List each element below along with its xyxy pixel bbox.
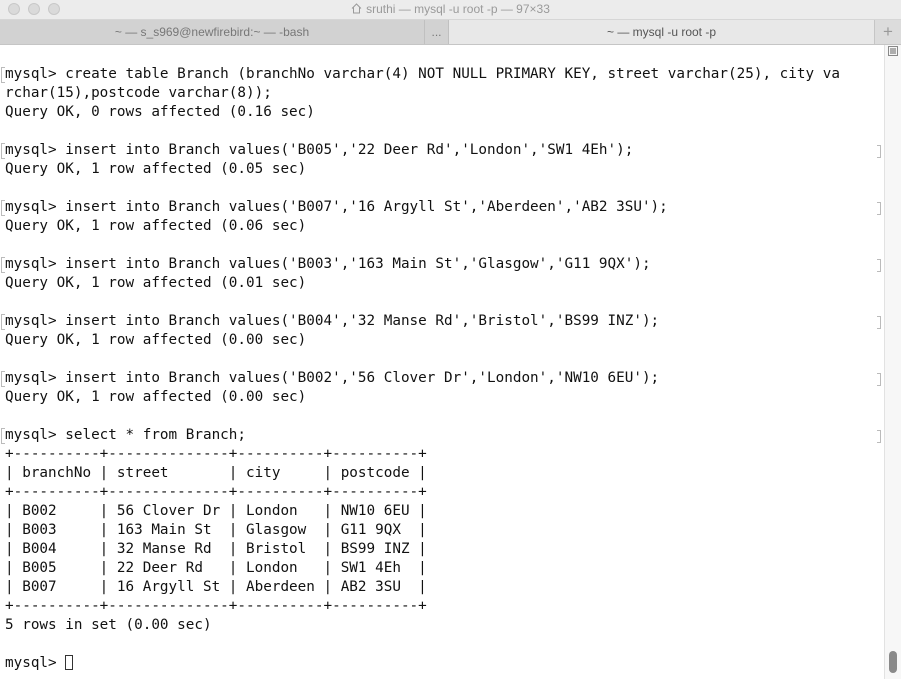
window-title: sruthi — mysql -u root -p — 97×33 [0, 2, 901, 16]
tab-bash[interactable]: ~ — s_s969@newfirebird:~ — -bash [0, 20, 425, 44]
terminal-prompt: mysql> [5, 655, 66, 671]
terminal-line: | branchNo | street | city | postcode | [5, 465, 427, 481]
command-end-mark [877, 202, 881, 215]
terminal-line: 5 rows in set (0.00 sec) [5, 617, 212, 633]
terminal-line: +----------+--------------+----------+--… [5, 484, 427, 500]
terminal-line: +----------+--------------+----------+--… [5, 598, 427, 614]
terminal-line: Query OK, 1 row affected (0.06 sec) [5, 218, 307, 234]
command-mark [1, 200, 5, 216]
terminal-line: | B005 | 22 Deer Rd | London | SW1 4Eh | [5, 560, 427, 576]
terminal-prompt-line[interactable]: mysql> [5, 654, 74, 673]
command-mark [1, 67, 5, 83]
terminal-line: rchar(15),postcode varchar(8)); [5, 85, 272, 101]
command-mark [1, 428, 5, 444]
terminal-line: mysql> insert into Branch values('B005',… [5, 142, 634, 158]
terminal-line: Query OK, 1 row affected (0.00 sec) [5, 332, 307, 348]
terminal-line: mysql> create table Branch (branchNo var… [5, 66, 840, 82]
terminal-line: | B004 | 32 Manse Rd | Bristol | BS99 IN… [5, 541, 427, 557]
window-title-bar[interactable]: sruthi — mysql -u root -p — 97×33 [0, 0, 901, 20]
tab-mysql[interactable]: ~ — mysql -u root -p [449, 20, 874, 44]
terminal-line: | B007 | 16 Argyll St | Aberdeen | AB2 3… [5, 579, 427, 595]
command-end-mark [877, 316, 881, 329]
terminal-output[interactable]: mysql> create table Branch (branchNo var… [0, 45, 884, 679]
terminal-line: Query OK, 0 rows affected (0.16 sec) [5, 104, 315, 120]
command-mark [1, 371, 5, 387]
terminal-line: mysql> insert into Branch values('B007',… [5, 199, 668, 215]
new-tab-button[interactable]: + [874, 20, 901, 44]
terminal-line: mysql> select * from Branch; [5, 427, 247, 443]
command-mark [1, 314, 5, 330]
list-menu-icon[interactable] [888, 46, 898, 56]
terminal-line: Query OK, 1 row affected (0.01 sec) [5, 275, 307, 291]
terminal-line: | B003 | 163 Main St | Glasgow | G11 9QX… [5, 522, 427, 538]
terminal-line: mysql> insert into Branch values('B002',… [5, 370, 660, 386]
tab-overflow[interactable]: ... [425, 20, 449, 44]
command-end-mark [877, 259, 881, 272]
tab-bar: ~ — s_s969@newfirebird:~ — -bash ... ~ —… [0, 20, 901, 45]
command-end-mark [877, 373, 881, 386]
command-mark [1, 257, 5, 273]
terminal-line: +----------+--------------+----------+--… [5, 446, 427, 462]
command-mark [1, 143, 5, 159]
terminal-line: Query OK, 1 row affected (0.05 sec) [5, 161, 307, 177]
command-end-mark [877, 145, 881, 158]
scrollbar-thumb[interactable] [889, 651, 897, 673]
window-title-text: sruthi — mysql -u root -p — 97×33 [366, 2, 550, 16]
terminal-line: mysql> insert into Branch values('B003',… [5, 256, 651, 272]
terminal-line: mysql> insert into Branch values('B004',… [5, 313, 660, 329]
terminal-line: Query OK, 1 row affected (0.00 sec) [5, 389, 307, 405]
text-cursor [65, 655, 74, 670]
terminal-line: | B002 | 56 Clover Dr | London | NW10 6E… [5, 503, 427, 519]
command-end-mark [877, 430, 881, 443]
vertical-scrollbar[interactable] [884, 45, 901, 679]
home-icon [351, 3, 362, 14]
